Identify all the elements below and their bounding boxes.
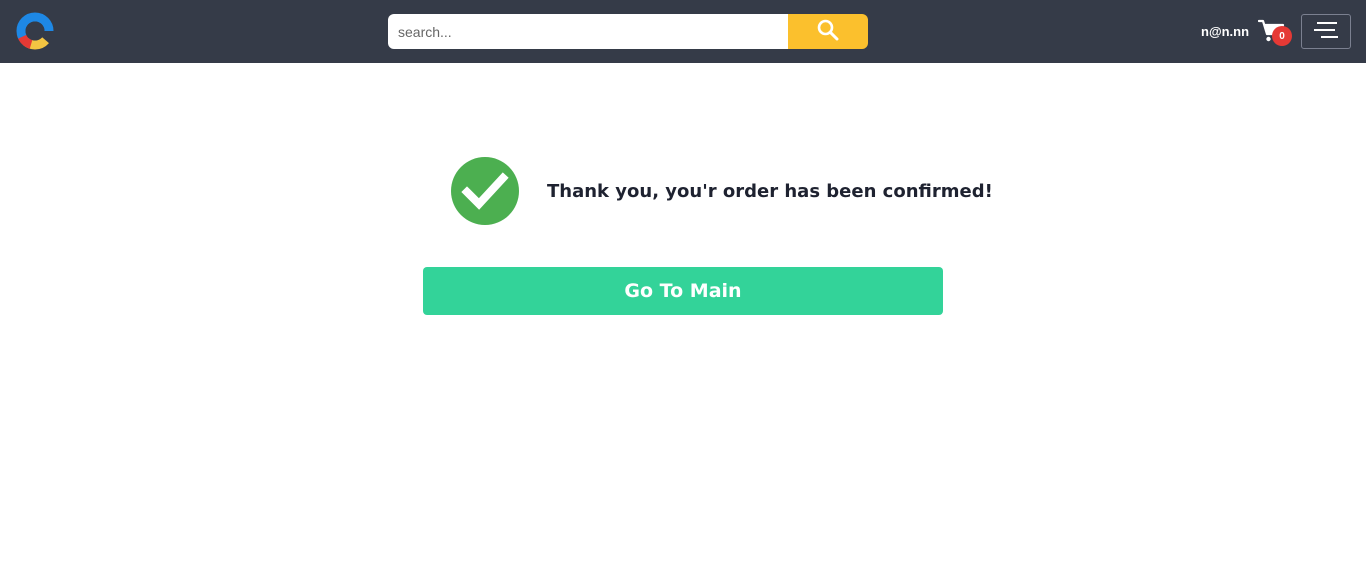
search-bar <box>388 14 868 49</box>
search-input[interactable] <box>388 14 788 49</box>
go-to-main-button[interactable]: Go To Main <box>423 267 943 315</box>
search-icon <box>817 19 839 44</box>
navbar: n@n.nn 0 <box>0 0 1366 63</box>
hamburger-menu-icon <box>1313 20 1339 43</box>
confirmation-message: Thank you, you'r order has been confirme… <box>547 180 993 202</box>
order-confirmation: Thank you, you'r order has been confirme… <box>450 156 993 226</box>
cart-count-badge: 0 <box>1272 26 1292 46</box>
user-email-link[interactable]: n@n.nn <box>1201 24 1249 40</box>
search-button[interactable] <box>788 14 868 49</box>
check-circle-icon <box>450 156 520 226</box>
cart-button[interactable]: 0 <box>1257 18 1294 48</box>
brand-logo-icon[interactable] <box>16 12 54 50</box>
menu-button[interactable] <box>1301 14 1351 49</box>
